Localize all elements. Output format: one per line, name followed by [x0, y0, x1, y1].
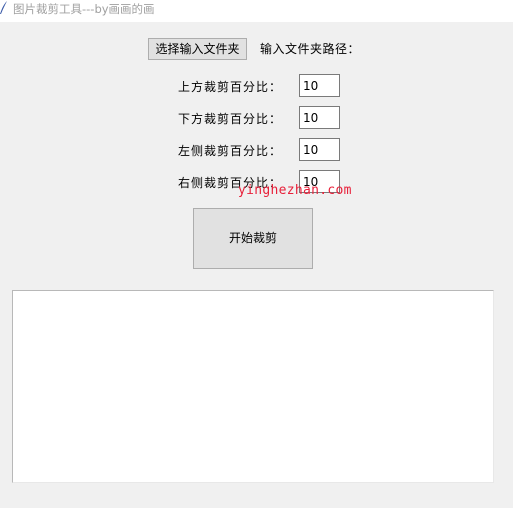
main-panel: 选择输入文件夹 输入文件夹路径： 上方裁剪百分比： 下方裁剪百分比： 左侧裁剪百… — [0, 22, 513, 508]
select-input-folder-button[interactable]: 选择输入文件夹 — [148, 38, 247, 60]
window-title: 图片裁剪工具---by画画的画 — [13, 2, 155, 16]
input-folder-path-label: 输入文件夹路径： — [260, 42, 361, 56]
left-crop-input[interactable] — [299, 138, 340, 161]
bottom-crop-label: 下方裁剪百分比： — [178, 112, 283, 126]
bottom-crop-input[interactable] — [299, 106, 340, 129]
watermark-text: yinghezhan.com — [238, 183, 352, 198]
title-bar: 图片裁剪工具---by画画的画 — [0, 0, 513, 22]
top-crop-input[interactable] — [299, 74, 340, 97]
left-crop-label: 左侧裁剪百分比： — [178, 144, 283, 158]
feather-pen-icon — [0, 1, 7, 14]
top-crop-label: 上方裁剪百分比： — [178, 80, 283, 94]
log-output-area[interactable] — [12, 290, 494, 483]
start-crop-button[interactable]: 开始裁剪 — [193, 208, 313, 269]
